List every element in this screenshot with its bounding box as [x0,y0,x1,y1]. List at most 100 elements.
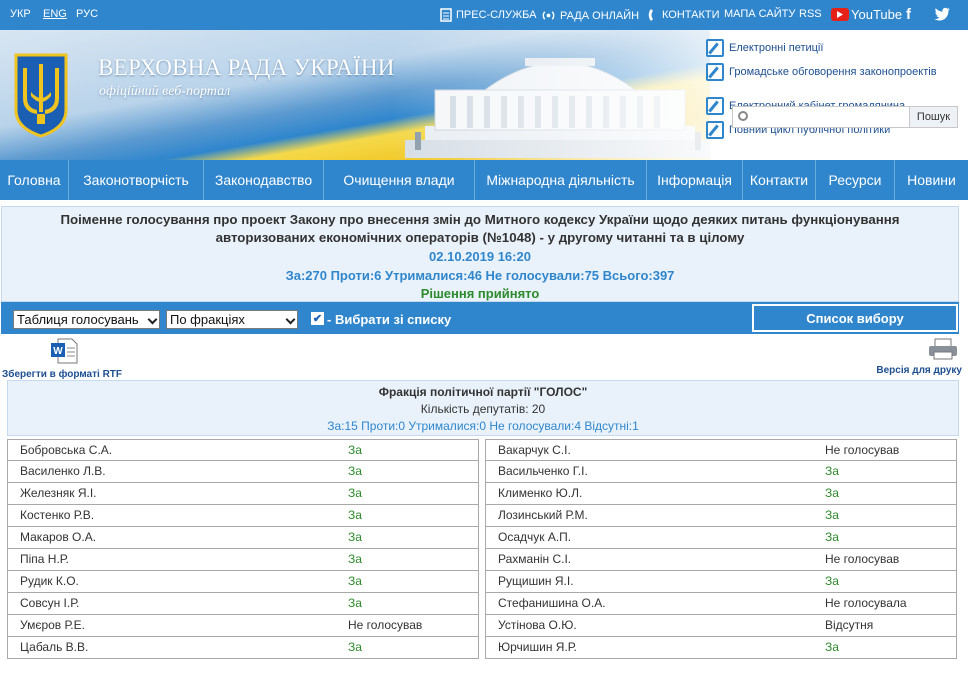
deputy-name: Совсун І.Р. [20,596,80,610]
deputy-name: Василенко Л.В. [20,464,106,478]
edit-icon [706,121,724,139]
deputy-name: Рущишин Я.І. [498,574,574,588]
sitemap-link[interactable]: МАПА САЙТУ [724,8,795,20]
nav-news[interactable]: Новини [895,160,968,200]
deputy-vote-result: За [825,464,839,478]
table-row: Умєров Р.Е. Не голосував [7,615,479,637]
deputy-vote-result: За [348,574,362,588]
nav-resources[interactable]: Ресурси [816,160,895,200]
quick-link-petitions[interactable]: Електронні петиції [706,36,937,60]
site-subtitle: офіційний веб-портал [99,84,231,99]
facebook-icon[interactable]: f [906,6,911,23]
deputy-vote-result: За [825,574,839,588]
deputy-vote-result: За [825,486,839,500]
site-header: ВЕРХОВНА РАДА УКРАЇНИ офіційний веб-порт… [0,30,968,160]
table-row: Рахманін С.І. Не голосував [485,549,957,571]
lang-eng[interactable]: ENG [43,8,67,20]
lang-rus[interactable]: РУС [76,8,98,20]
quick-link-discussion[interactable]: Громадське обговорення законопроектів [706,60,937,84]
table-row: Стефанишина О.А. Не голосувала [485,593,957,615]
broadcast-icon [542,11,555,20]
deputy-name: Рахманін С.І. [498,552,572,566]
search-form: Пошук [732,106,958,128]
deputy-vote-result: За [348,530,362,544]
choose-from-list-checkbox[interactable]: ✔ [311,312,324,325]
deputy-name: Лозинський Р.М. [498,508,588,522]
table-row: Рудик К.О. За [7,571,479,593]
document-icon [440,8,452,22]
contacts-link[interactable]: КОНТАКТИ [648,8,720,22]
svg-text:W: W [53,346,63,357]
search-button[interactable]: Пошук [910,106,958,128]
table-row: Железняк Я.І. За [7,483,479,505]
table-row: Совсун І.Р. За [7,593,479,615]
edit-icon [706,97,724,115]
print-version-label: Версія для друку [876,365,962,376]
table-row: Цабаль В.В. За [7,637,479,659]
table-row: Макаров О.А. За [7,527,479,549]
deputy-vote-result: Відсутня [825,618,874,632]
deputy-vote-result: Не голосувала [825,596,907,610]
nav-contacts[interactable]: Контакти [743,160,816,200]
save-rtf-link[interactable]: W Зберегти в форматі RTF [2,338,126,380]
deputy-name: Піпа Н.Р. [20,552,69,566]
top-bar: УКР ENG РУС ПРЕС-СЛУЖБА РАДА ОНЛАЙН КОНТ… [0,0,968,30]
deputy-name: Рудик К.О. [20,574,79,588]
rss-link[interactable]: RSS [799,8,822,20]
edit-icon [706,39,724,57]
nav-international[interactable]: Міжнародна діяльність [475,160,647,200]
nav-information[interactable]: Інформація [647,160,743,200]
table-row: Юрчишин Я.Р. За [485,637,957,659]
twitter-icon[interactable] [934,7,950,25]
deputy-vote-result: За [348,640,362,654]
deputy-vote-result: За [348,464,362,478]
youtube-link[interactable]: YouTube [831,7,902,22]
table-row: Клименко Ю.Л. За [485,483,957,505]
coat-of-arms-icon [14,53,68,138]
nav-lustration[interactable]: Очищення влади [324,160,475,200]
nav-home[interactable]: Головна [0,160,69,200]
printer-icon [929,338,957,360]
fraction-totals: За:15 Проти:0 Утрималися:0 Не голосували… [327,419,639,433]
deputy-name: Костенко Р.В. [20,508,95,522]
deputy-name: Устінова О.Ю. [498,618,577,632]
deputy-name: Умєров Р.Е. [20,618,85,632]
table-row: Рущишин Я.І. За [485,571,957,593]
deputy-name: Юрчишин Я.Р. [498,640,577,654]
press-link[interactable]: ПРЕС-СЛУЖБА [440,8,536,22]
word-document-icon: W [51,338,78,364]
chevron-down-icon [147,314,158,325]
deputy-name: Стефанишина О.А. [498,596,606,610]
vote-summary: Поіменне голосування про проект Закону п… [1,206,959,302]
choice-list-button[interactable]: Список вибору [752,304,958,332]
youtube-icon [831,8,849,21]
vote-result: Рішення прийнято [420,286,540,301]
table-row: Костенко Р.В. За [7,505,479,527]
search-icon [738,111,748,121]
fraction-name: Фракція політичної партії "ГОЛОС" [378,385,588,399]
lang-ukr[interactable]: УКР [10,8,31,20]
site-title[interactable]: ВЕРХОВНА РАДА УКРАЇНИ [98,55,395,81]
online-link[interactable]: РАДА ОНЛАЙН [541,8,639,23]
table-row: Васильченко Г.І. За [485,461,957,483]
deputies-column-left: Бобровська С.А. За Василенко Л.В. За Железня… [7,439,479,659]
table-row: Піпа Н.Р. За [7,549,479,571]
control-bar: Таблиця голосувань По фракціях ✔ - Вибра… [1,302,959,334]
fraction-header: Фракція політичної партії "ГОЛОС" Кількі… [7,380,959,436]
table-type-select[interactable]: Таблиця голосувань [13,310,160,329]
table-row: Устінова О.Ю. Відсутня [485,615,957,637]
search-input[interactable] [732,106,910,128]
print-version-link[interactable]: Версія для друку [872,338,962,376]
deputy-vote-result: За [348,508,362,522]
deputy-vote-result: За [348,596,362,610]
table-row: Бобровська С.А. За [7,439,479,461]
deputy-vote-result: За [825,530,839,544]
deputy-vote-result: Не голосував [825,552,900,566]
nav-legislation[interactable]: Законодавство [204,160,324,200]
edit-icon [706,63,724,81]
grouping-select[interactable]: По фракціях [166,310,298,329]
deputy-vote-result: За [348,486,362,500]
nav-lawmaking[interactable]: Законотворчість [69,160,204,200]
deputy-name: Осадчук А.П. [498,530,572,544]
deputy-name: Клименко Ю.Л. [498,486,583,500]
